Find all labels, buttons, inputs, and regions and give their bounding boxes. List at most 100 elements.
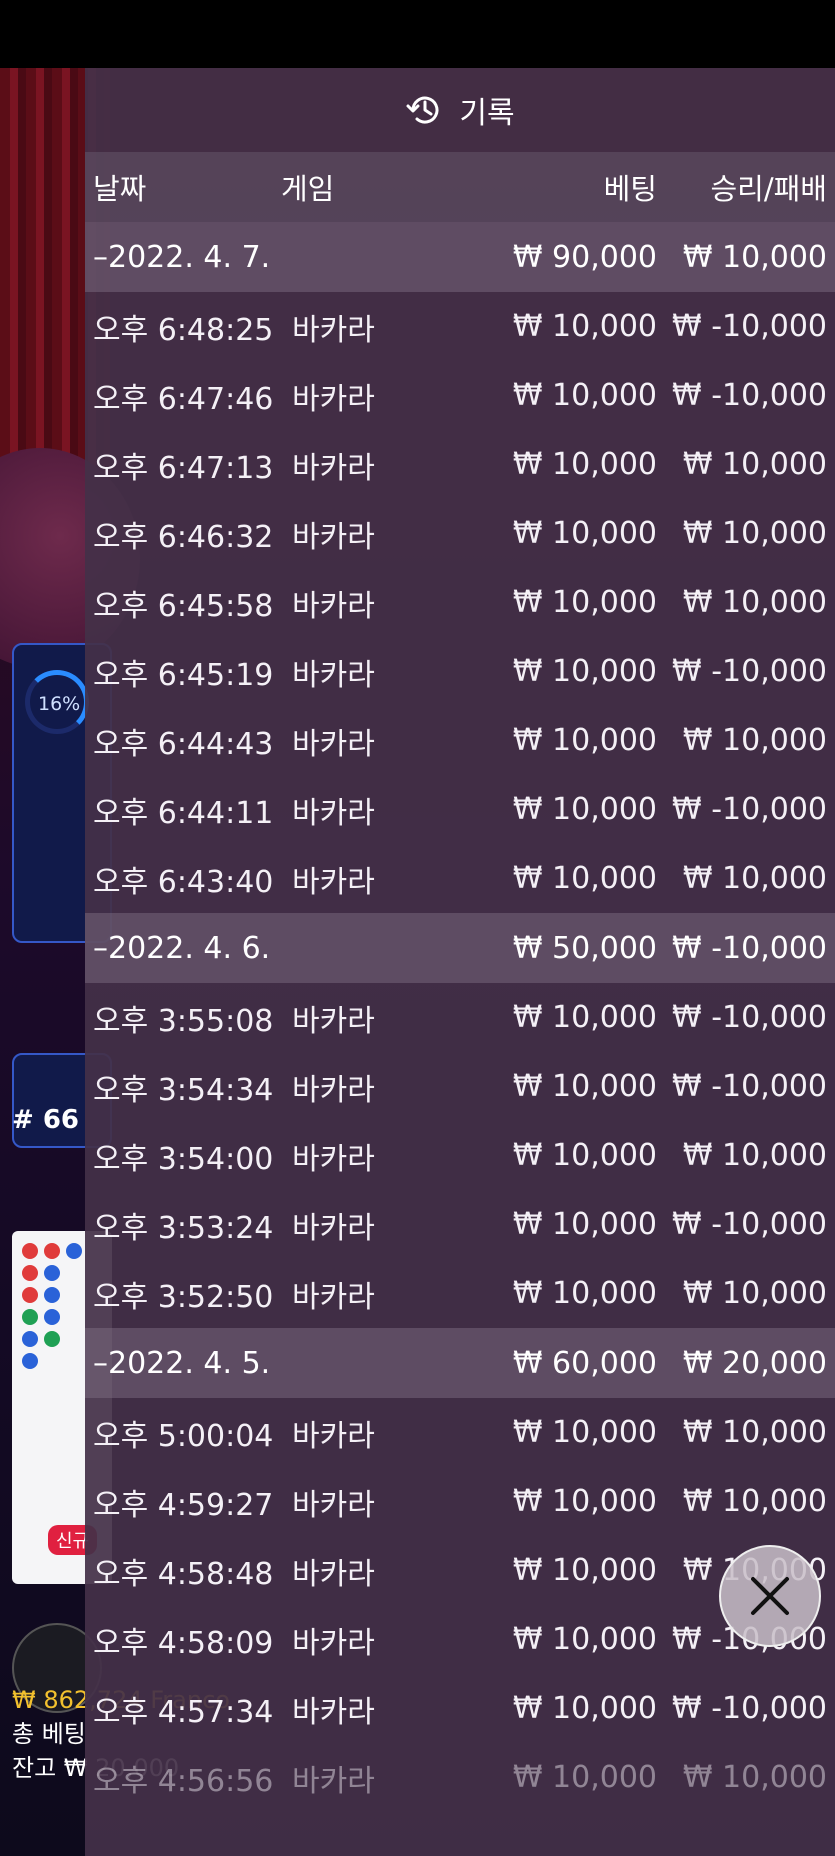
road-dot bbox=[22, 1287, 38, 1303]
row-game: 바카라 bbox=[292, 1279, 375, 1315]
row-time: 오후 6:47:13 bbox=[93, 450, 274, 486]
history-row[interactable]: 오후 6:44:43 바카라 ₩ 10,000 ₩ 10,000 bbox=[85, 706, 835, 775]
row-game: 바카라 bbox=[292, 1210, 375, 1246]
row-result: ₩ -10,000 bbox=[672, 309, 827, 344]
row-time: 오후 6:43:40 bbox=[93, 864, 274, 900]
row-game: 바카라 bbox=[292, 1556, 375, 1592]
history-row[interactable]: 오후 3:52:50 바카라 ₩ 10,000 ₩ 10,000 bbox=[85, 1259, 835, 1328]
history-row[interactable]: 오후 5:00:04 바카라 ₩ 10,000 ₩ 10,000 bbox=[85, 1398, 835, 1467]
row-time: 오후 4:57:34 bbox=[93, 1694, 274, 1730]
row-bet: ₩ 10,000 bbox=[512, 1207, 657, 1242]
history-row[interactable]: 오후 3:54:34 바카라 ₩ 10,000 ₩ -10,000 bbox=[85, 1052, 835, 1121]
row-bet: ₩ 10,000 bbox=[512, 1622, 657, 1657]
row-time: 오후 4:58:48 bbox=[93, 1556, 274, 1592]
history-list: –2022. 4. 7. ₩ 90,000 ₩ 10,000 오후 6:48:25 바카… bbox=[85, 222, 835, 1812]
row-result: ₩ -10,000 bbox=[672, 1000, 827, 1035]
history-row[interactable]: 오후 6:47:13 바카라 ₩ 10,000 ₩ 10,000 bbox=[85, 430, 835, 499]
row-result: ₩ -10,000 bbox=[672, 1691, 827, 1726]
row-game: 바카라 bbox=[292, 1694, 375, 1730]
row-result: ₩ 10,000 bbox=[682, 1138, 827, 1173]
close-icon bbox=[751, 1577, 789, 1615]
history-row[interactable]: 오후 6:43:40 바카라 ₩ 10,000 ₩ 10,000 bbox=[85, 844, 835, 913]
road-dot bbox=[22, 1353, 38, 1369]
row-result: ₩ 10,000 bbox=[682, 1760, 827, 1795]
history-row[interactable]: 오후 4:56:56 바카라 ₩ 10,000 ₩ 10,000 bbox=[85, 1743, 835, 1812]
group-result-total: ₩ 10,000 bbox=[682, 239, 827, 275]
column-bet: 베팅 bbox=[603, 172, 657, 206]
row-time: 오후 4:59:27 bbox=[93, 1487, 274, 1523]
row-time: 오후 3:55:08 bbox=[93, 1003, 274, 1039]
group-bet-total: ₩ 60,000 bbox=[512, 1345, 657, 1381]
road-dot bbox=[44, 1331, 60, 1347]
progress-text: 16% bbox=[38, 693, 81, 715]
history-row[interactable]: 오후 6:48:25 바카라 ₩ 10,000 ₩ -10,000 bbox=[85, 292, 835, 361]
date-group-row[interactable]: –2022. 4. 7. ₩ 90,000 ₩ 10,000 bbox=[85, 222, 835, 292]
row-game: 바카라 bbox=[292, 1487, 375, 1523]
row-game: 바카라 bbox=[292, 1763, 375, 1799]
row-result: ₩ -10,000 bbox=[672, 1069, 827, 1104]
column-result: 승리/패배 bbox=[710, 172, 828, 206]
row-time: 오후 3:52:50 bbox=[93, 1279, 274, 1315]
history-row[interactable]: 오후 6:44:11 바카라 ₩ 10,000 ₩ -10,000 bbox=[85, 775, 835, 844]
road-dot bbox=[66, 1243, 82, 1259]
history-row[interactable]: 오후 4:57:34 바카라 ₩ 10,000 ₩ -10,000 bbox=[85, 1674, 835, 1743]
column-game: 게임 bbox=[281, 172, 335, 206]
row-time: 오후 3:54:00 bbox=[93, 1141, 274, 1177]
history-icon bbox=[405, 90, 445, 130]
history-row[interactable]: 오후 6:47:46 바카라 ₩ 10,000 ₩ -10,000 bbox=[85, 361, 835, 430]
row-bet: ₩ 10,000 bbox=[512, 1691, 657, 1726]
row-time: 오후 6:45:19 bbox=[93, 657, 274, 693]
date-group-row[interactable]: –2022. 4. 5. ₩ 60,000 ₩ 20,000 bbox=[85, 1328, 835, 1398]
row-bet: ₩ 10,000 bbox=[512, 1000, 657, 1035]
row-time: 오후 6:46:32 bbox=[93, 519, 274, 555]
row-game: 바카라 bbox=[292, 588, 375, 624]
row-result: ₩ 10,000 bbox=[682, 585, 827, 620]
group-date: –2022. 4. 6. bbox=[93, 930, 271, 966]
history-row[interactable]: 오후 3:53:24 바카라 ₩ 10,000 ₩ -10,000 bbox=[85, 1190, 835, 1259]
row-bet: ₩ 10,000 bbox=[512, 1069, 657, 1104]
row-game: 바카라 bbox=[292, 1418, 375, 1454]
road-dot bbox=[44, 1287, 60, 1303]
history-row[interactable]: 오후 4:59:27 바카라 ₩ 10,000 ₩ 10,000 bbox=[85, 1467, 835, 1536]
row-result: ₩ -10,000 bbox=[672, 1207, 827, 1242]
row-result: ₩ 10,000 bbox=[682, 1276, 827, 1311]
row-time: 오후 5:00:04 bbox=[93, 1418, 274, 1454]
column-header-row: 날짜 게임 베팅 승리/패배 bbox=[85, 152, 835, 222]
row-game: 바카라 bbox=[292, 1072, 375, 1108]
road-dot bbox=[22, 1331, 38, 1347]
road-dot bbox=[22, 1265, 38, 1281]
row-game: 바카라 bbox=[292, 1625, 375, 1661]
row-bet: ₩ 10,000 bbox=[512, 723, 657, 758]
row-bet: ₩ 10,000 bbox=[512, 1138, 657, 1173]
history-row[interactable]: 오후 3:54:00 바카라 ₩ 10,000 ₩ 10,000 bbox=[85, 1121, 835, 1190]
row-time: 오후 4:56:56 bbox=[93, 1763, 274, 1799]
row-time: 오후 6:47:46 bbox=[93, 381, 274, 417]
date-group-row[interactable]: –2022. 4. 6. ₩ 50,000 ₩ -10,000 bbox=[85, 913, 835, 983]
history-row[interactable]: 오후 3:55:08 바카라 ₩ 10,000 ₩ -10,000 bbox=[85, 983, 835, 1052]
history-row[interactable]: 오후 6:45:58 바카라 ₩ 10,000 ₩ 10,000 bbox=[85, 568, 835, 637]
close-button[interactable] bbox=[719, 1545, 821, 1647]
row-bet: ₩ 10,000 bbox=[512, 1276, 657, 1311]
row-bet: ₩ 10,000 bbox=[512, 792, 657, 827]
history-row[interactable]: 오후 6:45:19 바카라 ₩ 10,000 ₩ -10,000 bbox=[85, 637, 835, 706]
row-result: ₩ 10,000 bbox=[682, 516, 827, 551]
row-bet: ₩ 10,000 bbox=[512, 1553, 657, 1588]
row-time: 오후 6:44:11 bbox=[93, 795, 274, 831]
row-result: ₩ -10,000 bbox=[672, 792, 827, 827]
row-game: 바카라 bbox=[292, 450, 375, 486]
row-time: 오후 6:45:58 bbox=[93, 588, 274, 624]
row-result: ₩ -10,000 bbox=[672, 378, 827, 413]
row-game: 바카라 bbox=[292, 864, 375, 900]
road-dot bbox=[44, 1243, 60, 1259]
row-result: ₩ 10,000 bbox=[682, 447, 827, 482]
row-bet: ₩ 10,000 bbox=[512, 654, 657, 689]
row-game: 바카라 bbox=[292, 1141, 375, 1177]
road-dot bbox=[22, 1309, 38, 1325]
row-result: ₩ 10,000 bbox=[682, 723, 827, 758]
panel-title: 기록 bbox=[459, 96, 515, 131]
row-game: 바카라 bbox=[292, 726, 375, 762]
history-row[interactable]: 오후 6:46:32 바카라 ₩ 10,000 ₩ 10,000 bbox=[85, 499, 835, 568]
road-dot bbox=[44, 1265, 60, 1281]
group-bet-total: ₩ 90,000 bbox=[512, 239, 657, 275]
group-date: –2022. 4. 7. bbox=[93, 239, 271, 275]
